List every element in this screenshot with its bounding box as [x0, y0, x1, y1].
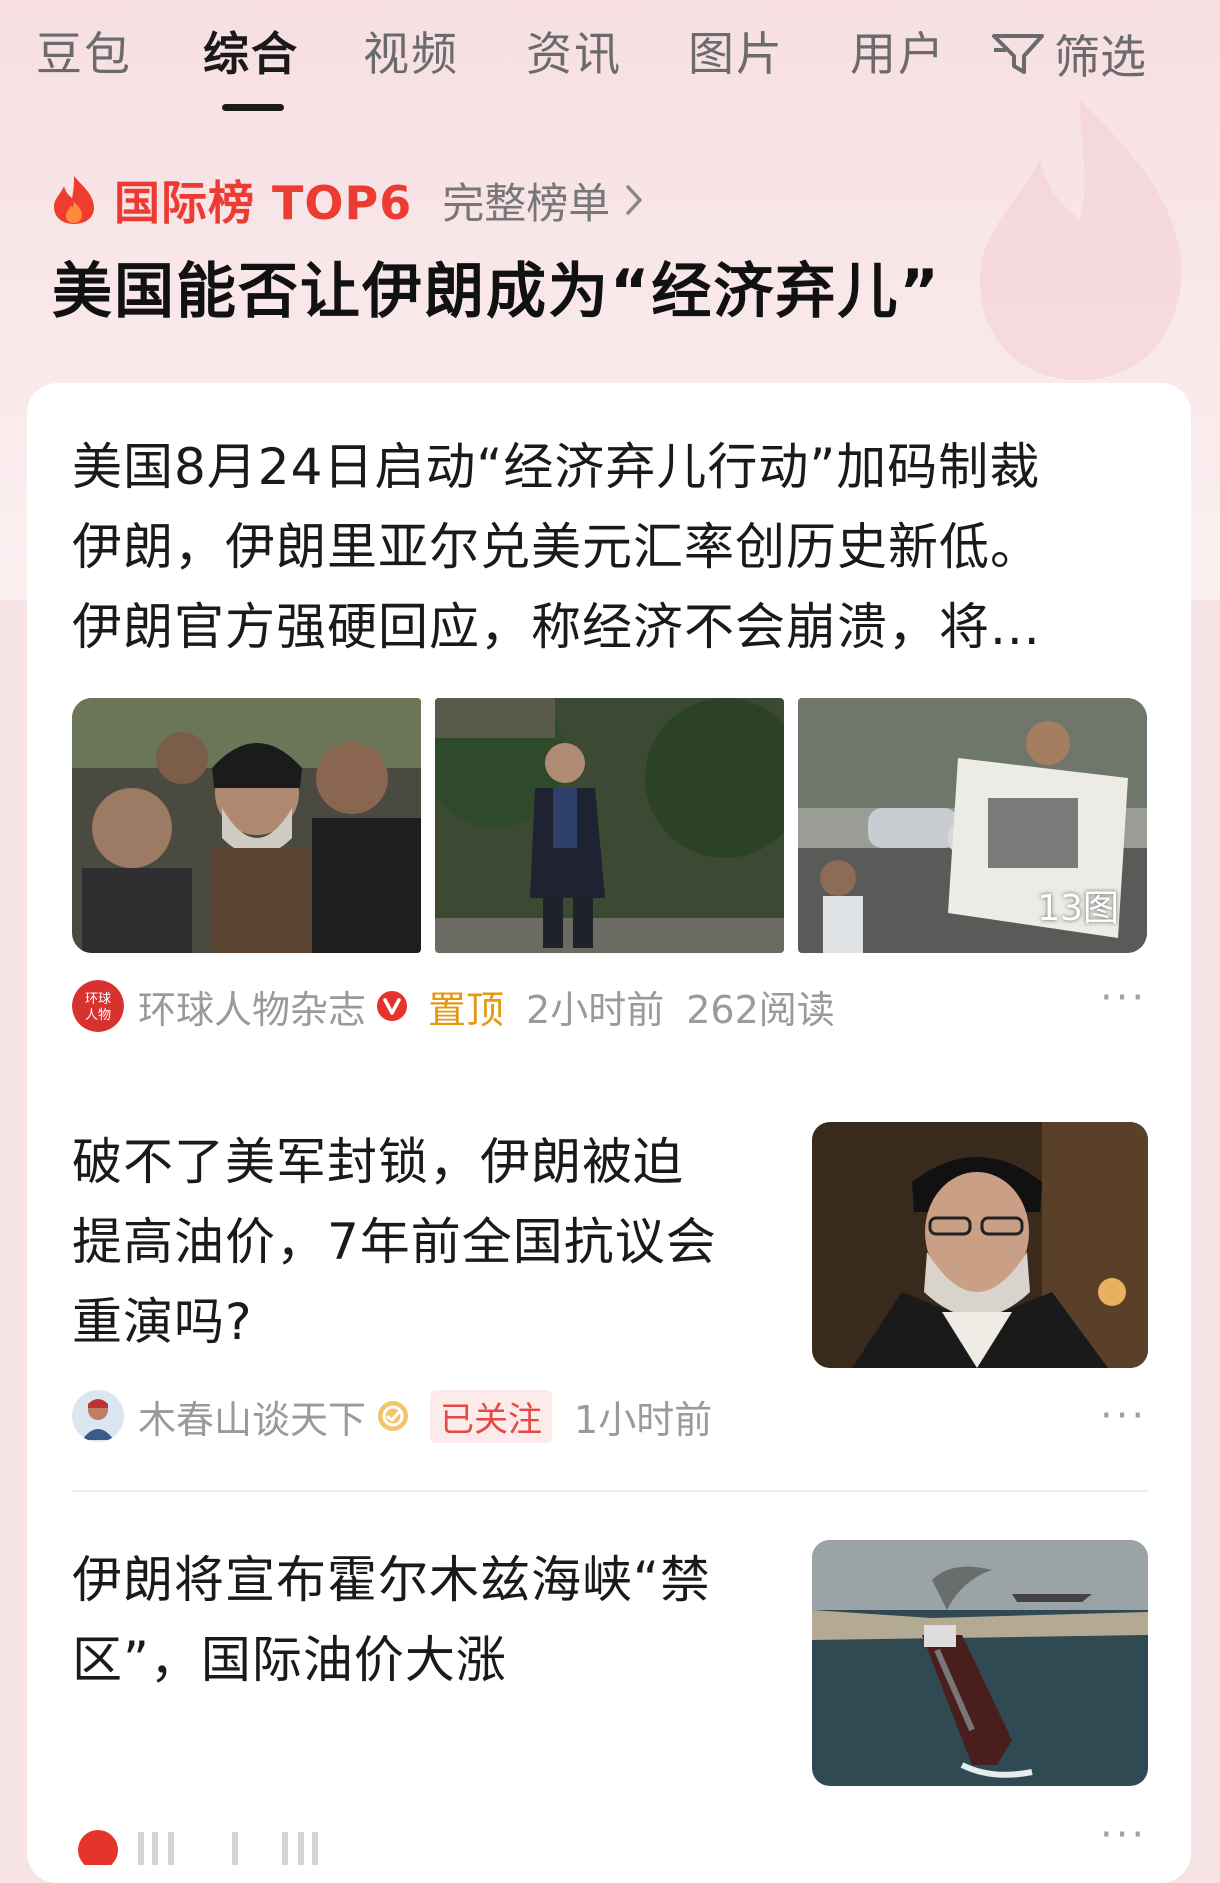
partial-meta-row — [78, 1829, 318, 1865]
article-1-title-line-3[interactable]: 伊朗官方强硬回应，称经济不会崩溃，将... — [72, 587, 1041, 667]
article-1-time: 2小时前 — [526, 987, 665, 1032]
article-1-reads: 262阅读 — [686, 987, 835, 1032]
article-1-more-button[interactable]: ··· — [1100, 975, 1147, 1021]
article-1-image-1[interactable] — [72, 698, 421, 953]
creator-badge-icon — [378, 1401, 409, 1431]
article-1-image-3[interactable]: 13图 — [798, 698, 1147, 953]
search-tab-bar: 豆包 综合 视频 资讯 图片 用户 筛选 — [0, 0, 1220, 120]
tab-doubao[interactable]: 豆包 — [36, 24, 132, 84]
ranking-headline[interactable]: 美国能否让伊朗成为“经济弃儿” — [52, 252, 941, 332]
tab-users[interactable]: 用户 — [850, 24, 946, 84]
author-name[interactable]: 木春山谈天下 — [138, 1389, 366, 1444]
article-3-more-button[interactable]: ··· — [1100, 1812, 1147, 1858]
article-2-title-line-2[interactable]: 提高油价，7年前全国抗议会 — [72, 1202, 717, 1282]
source-logo-icon: 环球 人物 — [72, 980, 124, 1032]
author-avatar[interactable] — [72, 1390, 124, 1442]
article-1-meta: 环球 人物 环球人物杂志 置顶 2小时前 262阅读 — [72, 978, 835, 1034]
filter-icon — [992, 34, 1044, 74]
cleric-portrait-image — [812, 1122, 1148, 1368]
article-3-title-line-2[interactable]: 区”，国际油价大涨 — [72, 1620, 507, 1700]
ranking-title: 国际榜 TOP6 — [114, 176, 413, 230]
article-4-meta-partial — [72, 1816, 392, 1872]
fire-icon — [54, 176, 94, 224]
ranking-header[interactable]: 国际榜 TOP6 完整榜单 — [52, 168, 644, 232]
article-2-time: 1小时前 — [574, 1397, 713, 1442]
pinned-badge: 置顶 — [428, 987, 505, 1032]
article-1-title-line-2[interactable]: 伊朗，伊朗里亚尔兑美元汇率创历史新低。 — [72, 507, 1041, 587]
tab-images[interactable]: 图片 — [688, 24, 784, 84]
author-avatar-image — [72, 1390, 124, 1442]
tab-news[interactable]: 资讯 — [526, 24, 622, 84]
man-walking-photo-image — [435, 698, 784, 953]
source-logo-text-1: 环球 — [85, 992, 111, 1007]
article-2-title-line-1[interactable]: 破不了美军封锁，伊朗被迫 — [72, 1122, 684, 1202]
article-3-image[interactable] — [812, 1540, 1148, 1786]
article-1-image-2[interactable] — [435, 698, 784, 953]
article-1-image-strip[interactable]: 13图 — [72, 698, 1148, 953]
article-2-meta: 木春山谈天下 已关注 1小时前 — [72, 1388, 712, 1444]
article-divider — [72, 1490, 1148, 1492]
verified-v-icon — [377, 991, 408, 1021]
article-2-image[interactable] — [812, 1122, 1148, 1368]
article-1-title-line-1[interactable]: 美国8月24日启动“经济弃儿行动”加码制裁 — [72, 427, 1040, 507]
source-avatar[interactable]: 环球 人物 — [72, 980, 124, 1032]
followed-badge[interactable]: 已关注 — [430, 1389, 553, 1443]
source-name[interactable]: 环球人物杂志 — [138, 979, 366, 1034]
filter-label: 筛选 — [1054, 30, 1146, 84]
tab-video[interactable]: 视频 — [363, 24, 459, 84]
crowd-photo-image — [72, 698, 421, 953]
article-2-title-line-3[interactable]: 重演吗? — [72, 1282, 253, 1362]
chevron-right-icon — [626, 185, 642, 215]
active-tab-indicator — [222, 104, 284, 111]
tab-comprehensive[interactable]: 综合 — [203, 24, 299, 84]
article-2-more-button[interactable]: ··· — [1100, 1393, 1147, 1439]
tanker-ship-image — [812, 1540, 1148, 1786]
article-3-title-line-1[interactable]: 伊朗将宣布霍尔木兹海峡“禁 — [72, 1540, 711, 1620]
image-count-badge: 13图 — [1037, 888, 1119, 929]
source-logo-text-2: 人物 — [85, 1008, 111, 1023]
full-list-link[interactable]: 完整榜单 — [442, 170, 610, 231]
flame-watermark-icon — [980, 100, 1182, 380]
filter-button[interactable]: 筛选 — [990, 24, 1146, 84]
